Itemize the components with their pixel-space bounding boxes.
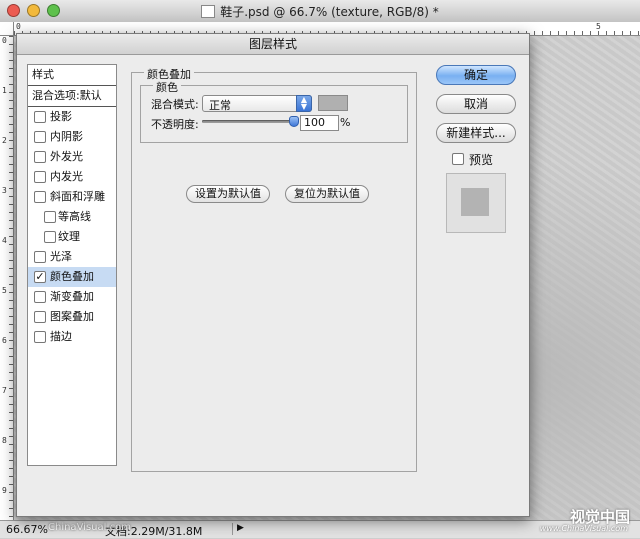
ruler-label: 5 bbox=[2, 286, 7, 295]
color-subgroup-title: 颜色 bbox=[153, 79, 181, 95]
style-list-item-label: 斜面和浮雕 bbox=[50, 190, 105, 203]
style-list-item-label: 内阴影 bbox=[50, 130, 83, 143]
new-style-button[interactable]: 新建样式... bbox=[436, 123, 516, 143]
style-preview-thumbnail bbox=[446, 173, 506, 233]
checkbox-icon[interactable] bbox=[34, 111, 46, 123]
opacity-input[interactable]: 100 bbox=[300, 115, 339, 131]
style-list-item[interactable]: 内发光 bbox=[28, 167, 116, 187]
style-items: 投影内阴影外发光内发光斜面和浮雕等高线纹理光泽 ✓ 颜色叠加渐变叠加图案叠加描边 bbox=[28, 107, 116, 347]
checkbox-icon[interactable] bbox=[34, 151, 46, 163]
opacity-slider[interactable] bbox=[202, 116, 299, 127]
ruler-label: 2 bbox=[2, 136, 7, 145]
opacity-label: 不透明度: bbox=[151, 118, 199, 131]
opacity-unit: % bbox=[340, 116, 351, 129]
style-list: 样式 混合选项:默认 投影内阴影外发光内发光斜面和浮雕等高线纹理光泽 ✓ 颜色叠加渐… bbox=[27, 64, 117, 466]
style-list-item-label: 光泽 bbox=[50, 250, 72, 263]
document-titlebar: 鞋子.psd @ 66.7% (texture, RGB/8) * bbox=[0, 0, 640, 23]
select-arrows-icon: ▲ ▼ bbox=[296, 95, 312, 112]
blend-options-item[interactable]: 混合选项:默认 bbox=[28, 86, 116, 107]
checkbox-icon[interactable] bbox=[34, 291, 46, 303]
ruler-origin[interactable] bbox=[0, 22, 14, 36]
checkbox-icon[interactable] bbox=[34, 171, 46, 183]
style-list-item[interactable]: 光泽 bbox=[28, 247, 116, 267]
color-overlay-group: 颜色叠加 颜色 混合模式: 正常 ▲ ▼ 不透明度: 100 % 设置为默认值 复… bbox=[131, 66, 417, 472]
blend-mode-label: 混合模式: bbox=[151, 98, 199, 111]
document-title-text: 鞋子.psd @ 66.7% (texture, RGB/8) * bbox=[220, 5, 439, 19]
overlay-color-swatch[interactable] bbox=[318, 95, 348, 111]
style-list-header[interactable]: 样式 bbox=[28, 65, 116, 86]
checkbox-icon[interactable] bbox=[34, 131, 46, 143]
ruler-label: 7 bbox=[2, 386, 7, 395]
cancel-button[interactable]: 取消 bbox=[436, 94, 516, 114]
style-list-item[interactable]: ✓ 颜色叠加 bbox=[28, 267, 116, 287]
preview-label: 预览 bbox=[469, 153, 494, 167]
layer-style-dialog: 图层样式 样式 混合选项:默认 投影内阴影外发光内发光斜面和浮雕等高线纹理光泽 ✓… bbox=[16, 33, 530, 517]
style-list-item[interactable]: 纹理 bbox=[28, 227, 116, 247]
zoom-level[interactable]: 66.67% bbox=[6, 523, 48, 536]
style-list-item-label: 内发光 bbox=[50, 170, 83, 183]
ruler-label: 5 bbox=[596, 22, 601, 31]
style-list-item[interactable]: 渐变叠加 bbox=[28, 287, 116, 307]
style-list-item[interactable]: 内阴影 bbox=[28, 127, 116, 147]
blend-mode-value: 正常 bbox=[209, 99, 231, 112]
watermark-url: www.ChinaVisual.com bbox=[539, 524, 628, 533]
style-list-item-label: 外发光 bbox=[50, 150, 83, 163]
vertical-ruler[interactable]: 0 1 2 3 4 5 6 7 8 9 bbox=[0, 36, 14, 520]
style-list-item-label: 描边 bbox=[50, 330, 72, 343]
ok-button[interactable]: 确定 bbox=[436, 65, 516, 85]
style-list-item-label: 投影 bbox=[50, 110, 72, 123]
reset-default-button[interactable]: 复位为默认值 bbox=[285, 185, 369, 203]
checkbox-icon[interactable] bbox=[34, 251, 46, 263]
preview-checkbox[interactable] bbox=[452, 153, 464, 165]
ruler-label: 9 bbox=[2, 486, 7, 495]
style-list-item-label: 图案叠加 bbox=[50, 310, 94, 323]
style-list-item[interactable]: 等高线 bbox=[28, 207, 116, 227]
ruler-label: 4 bbox=[2, 236, 7, 245]
ruler-label: 6 bbox=[2, 336, 7, 345]
ruler-label: 0 bbox=[16, 22, 21, 31]
style-list-item[interactable]: 投影 bbox=[28, 107, 116, 127]
style-list-item[interactable]: 斜面和浮雕 bbox=[28, 187, 116, 207]
checkbox-icon[interactable] bbox=[34, 191, 46, 203]
checkbox-icon[interactable] bbox=[34, 311, 46, 323]
checkbox-checked-icon[interactable]: ✓ bbox=[34, 271, 46, 283]
style-list-item[interactable]: 图案叠加 bbox=[28, 307, 116, 327]
checkbox-icon[interactable] bbox=[44, 211, 56, 223]
opacity-slider-thumb[interactable] bbox=[289, 116, 299, 127]
color-subgroup: 颜色 混合模式: 正常 ▲ ▼ 不透明度: 100 % bbox=[140, 79, 408, 143]
checkbox-icon[interactable] bbox=[44, 231, 56, 243]
document-title: 鞋子.psd @ 66.7% (texture, RGB/8) * bbox=[0, 3, 640, 20]
style-list-item[interactable]: 外发光 bbox=[28, 147, 116, 167]
watermark-small: ChinaVisual.com bbox=[48, 522, 131, 533]
ruler-label: 8 bbox=[2, 436, 7, 445]
set-default-button[interactable]: 设置为默认值 bbox=[186, 185, 270, 203]
style-preview-swatch bbox=[461, 188, 489, 216]
style-list-item[interactable]: 描边 bbox=[28, 327, 116, 347]
dialog-title: 图层样式 bbox=[17, 34, 529, 55]
ruler-label: 1 bbox=[2, 86, 7, 95]
status-menu-arrow-icon[interactable]: ▶ bbox=[232, 523, 247, 535]
checkbox-icon[interactable] bbox=[34, 331, 46, 343]
style-list-item-label: 颜色叠加 bbox=[50, 270, 94, 283]
style-list-item-label: 纹理 bbox=[58, 230, 80, 243]
style-list-item-label: 等高线 bbox=[58, 210, 91, 223]
ruler-label: 0 bbox=[2, 36, 7, 45]
document-file-icon bbox=[201, 5, 216, 18]
blend-mode-select[interactable]: 正常 ▲ ▼ bbox=[202, 95, 312, 112]
ruler-label: 3 bbox=[2, 186, 7, 195]
style-list-item-label: 渐变叠加 bbox=[50, 290, 94, 303]
